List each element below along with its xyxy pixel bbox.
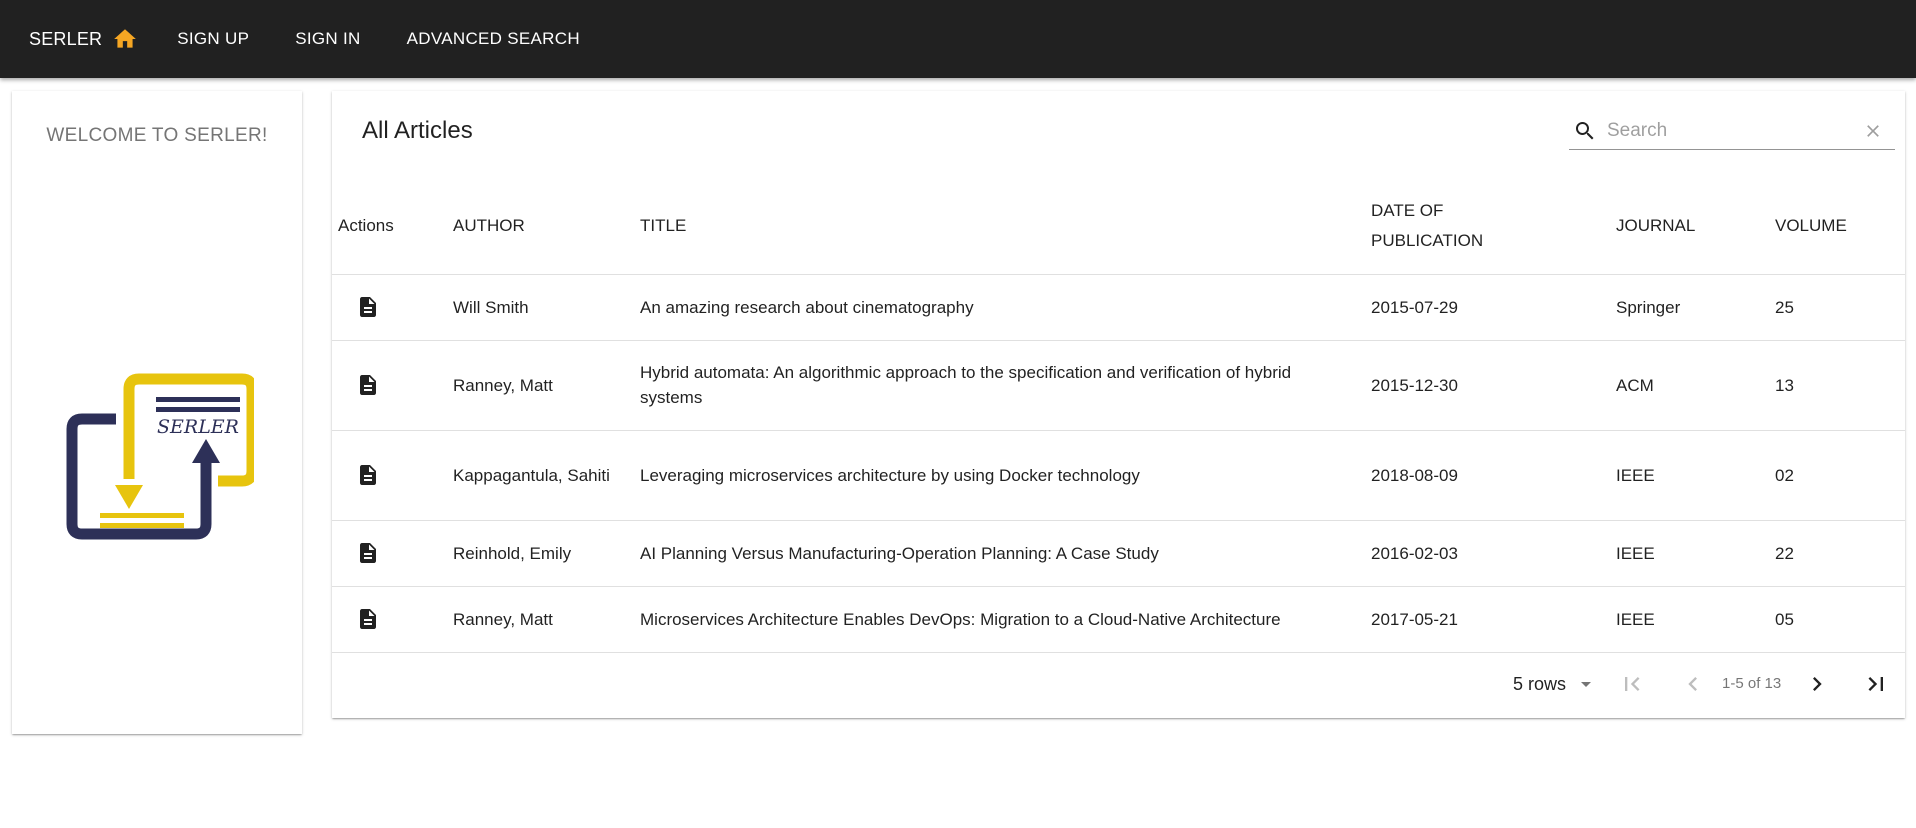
search-icon (1576, 121, 1594, 139)
cell-title: Leveraging microservices architecture by… (640, 430, 1371, 521)
table-row[interactable]: Reinhold, Emily AI Planning Versus Manuf… (332, 520, 1905, 587)
cell-journal: IEEE (1616, 430, 1775, 521)
search-field[interactable] (1569, 112, 1895, 150)
header-actions: Actions (332, 179, 453, 275)
document-icon[interactable] (356, 295, 380, 319)
serler-logo: SERLER (66, 373, 254, 540)
page-title: All Articles (362, 117, 473, 144)
row-actions (332, 586, 453, 653)
row-actions (332, 430, 453, 521)
sign-in-link[interactable]: SIGN IN (295, 29, 360, 49)
pagination-range: 1-5 of 13 (1722, 675, 1782, 692)
cell-date: 2015-07-29 (1371, 274, 1616, 341)
header-date-line1: DATE OF (1371, 201, 1444, 221)
cell-journal: ACM (1616, 340, 1775, 431)
first-page-icon[interactable] (1618, 670, 1646, 698)
table-row[interactable]: Will Smith An amazing research about cin… (332, 274, 1905, 341)
header-volume[interactable]: VOLUME (1775, 179, 1905, 275)
cell-volume: 05 (1775, 586, 1905, 653)
cell-author: Reinhold, Emily (453, 520, 640, 587)
cell-author: Ranney, Matt (453, 340, 640, 431)
header-date-line2: PUBLICATION (1371, 231, 1484, 251)
cell-title: An amazing research about cinematography (640, 274, 1371, 341)
cell-volume: 02 (1775, 430, 1905, 521)
articles-table: Actions AUTHOR TITLE DATE OF PUBLICATION… (332, 179, 1905, 653)
sign-up-link[interactable]: SIGN UP (177, 29, 249, 49)
cell-volume: 22 (1775, 520, 1905, 587)
brand-title: SERLER (29, 28, 103, 49)
next-page-icon[interactable] (1803, 670, 1831, 698)
articles-card: All Articles Actions AUTHOR TITLE DATE O… (332, 91, 1905, 718)
cell-title: AI Planning Versus Manufacturing-Operati… (640, 520, 1371, 587)
document-icon[interactable] (356, 607, 380, 631)
document-icon[interactable] (356, 373, 380, 397)
row-actions (332, 340, 453, 431)
brand-home-link[interactable]: SERLER (29, 19, 138, 59)
header-journal[interactable]: JOURNAL (1616, 179, 1775, 275)
rows-per-page-label: 5 rows (1513, 673, 1567, 694)
table-row[interactable]: Kappagantula, Sahiti Leveraging microser… (332, 430, 1905, 521)
cell-date: 2015-12-30 (1371, 340, 1616, 431)
document-icon[interactable] (356, 541, 380, 565)
top-app-bar: SERLER SIGN UP SIGN IN ADVANCED SEARCH (0, 0, 1916, 78)
header-title[interactable]: TITLE (640, 179, 1371, 275)
cell-volume: 13 (1775, 340, 1905, 431)
welcome-card: WELCOME TO SERLER! SERLER (12, 91, 302, 734)
rows-per-page-select[interactable]: 5 rows (1513, 672, 1598, 696)
header-date[interactable]: DATE OF PUBLICATION (1371, 179, 1616, 275)
table-pagination: 5 rows 1-5 of 13 (332, 653, 1905, 715)
row-actions (332, 274, 453, 341)
table-header-row: Actions AUTHOR TITLE DATE OF PUBLICATION… (332, 179, 1905, 275)
previous-page-icon[interactable] (1679, 670, 1707, 698)
cell-journal: IEEE (1616, 520, 1775, 587)
cell-date: 2016-02-03 (1371, 520, 1616, 587)
document-icon[interactable] (356, 463, 380, 487)
logo-text: SERLER (157, 416, 239, 438)
search-input[interactable] (1607, 119, 1857, 142)
table-row[interactable]: Ranney, Matt Microservices Architecture … (332, 586, 1905, 653)
cell-date: 2017-05-21 (1371, 586, 1616, 653)
advanced-search-link[interactable]: ADVANCED SEARCH (407, 29, 580, 49)
cell-author: Will Smith (453, 274, 640, 341)
cell-title: Hybrid automata: An algorithmic approach… (640, 340, 1371, 431)
arrow-drop-down-icon (1581, 682, 1592, 687)
row-actions (332, 520, 453, 587)
welcome-heading: WELCOME TO SERLER! (46, 125, 268, 146)
cell-volume: 25 (1775, 274, 1905, 341)
last-page-icon[interactable] (1862, 670, 1890, 698)
clear-search-icon[interactable] (1863, 121, 1883, 141)
cell-author: Kappagantula, Sahiti (453, 430, 640, 521)
cell-journal: Springer (1616, 274, 1775, 341)
header-author[interactable]: AUTHOR (453, 179, 640, 275)
home-icon (114, 29, 137, 48)
table-row[interactable]: Ranney, Matt Hybrid automata: An algorit… (332, 340, 1905, 431)
cell-title: Microservices Architecture Enables DevOp… (640, 586, 1371, 653)
cell-author: Ranney, Matt (453, 586, 640, 653)
cell-date: 2018-08-09 (1371, 430, 1616, 521)
cell-journal: IEEE (1616, 586, 1775, 653)
